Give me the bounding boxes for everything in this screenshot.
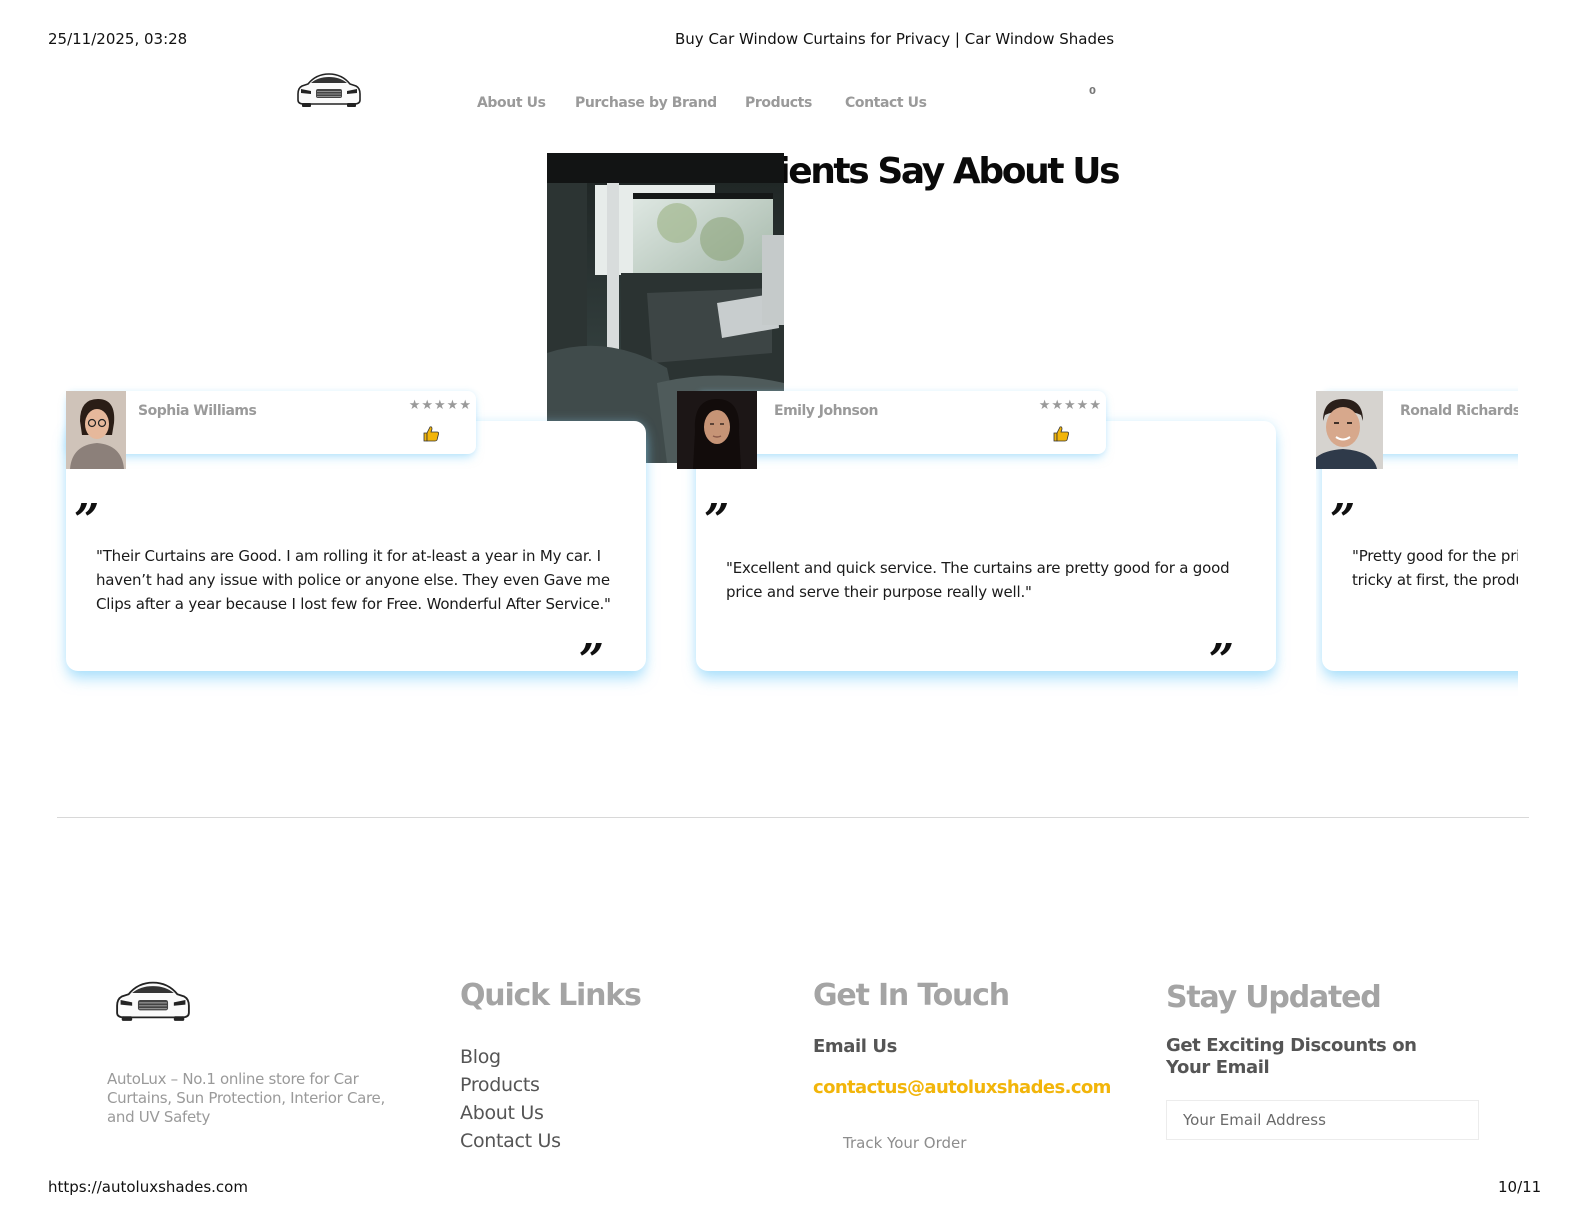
nav-contact-us[interactable]: Contact Us <box>845 95 927 111</box>
newsletter-email-input[interactable] <box>1166 1100 1479 1140</box>
testimonial-card: ” "Excellent and quick service. The curt… <box>677 391 1276 683</box>
nav-products[interactable]: Products <box>745 95 812 111</box>
print-page-title: Buy Car Window Curtains for Privacy | Ca… <box>675 30 1115 48</box>
quote-open-icon: ” <box>704 495 730 546</box>
avatar <box>677 391 757 469</box>
quote-open-icon: ” <box>74 495 100 546</box>
quote-open-icon: ” <box>1330 495 1356 546</box>
section-divider <box>57 817 1529 818</box>
get-in-touch-title: Get In Touch <box>813 978 1010 1013</box>
star-rating-icon: ★★★★★ <box>1038 397 1102 412</box>
nav-about-us[interactable]: About Us <box>477 95 546 111</box>
site-logo[interactable] <box>296 70 362 108</box>
client-name: Sophia Williams <box>138 403 257 419</box>
footer-link-products[interactable]: Products <box>460 1071 561 1099</box>
star-rating-icon: ★★★★★ <box>408 397 472 412</box>
testimonial-text: "Their Curtains are Good. I am rolling i… <box>96 547 611 613</box>
email-us-label: Email Us <box>813 1036 897 1057</box>
footer-logo[interactable] <box>114 978 192 1022</box>
thumbs-up-icon <box>423 426 439 442</box>
testimonial-card: ” "Pretty good for the price. Followed t… <box>1316 391 1518 681</box>
cart-count-badge[interactable]: 0 <box>1089 86 1096 97</box>
newsletter-subtitle: Get Exciting Discounts on Your Email <box>1166 1035 1417 1078</box>
nav-purchase-by-brand[interactable]: Purchase by Brand <box>575 95 717 111</box>
testimonial-header: Sophia Williams ★★★★★ <box>66 391 476 454</box>
footer-about-text: AutoLux – No.1 online store for Car Curt… <box>107 1070 385 1126</box>
client-name: Emily Johnson <box>774 403 878 419</box>
avatar <box>1316 391 1383 469</box>
print-url: https://autoluxshades.com <box>48 1178 248 1196</box>
client-name: Ronald Richards <box>1400 403 1518 419</box>
stay-updated-title: Stay Updated <box>1166 980 1382 1015</box>
testimonial-header: Emily Johnson ★★★★★ <box>696 391 1106 454</box>
testimonial-card: ” "Their Curtains are Good. I am rolling… <box>66 391 646 683</box>
quick-links-title: Quick Links <box>460 978 642 1013</box>
footer-link-contact-us[interactable]: Contact Us <box>460 1127 561 1155</box>
avatar <box>66 391 126 469</box>
quote-close-icon: ” <box>1208 635 1234 686</box>
quote-close-icon: ” <box>578 635 604 686</box>
testimonial-carousel-clip: ” "Pretty good for the price. Followed t… <box>1316 380 1518 700</box>
car-front-logo-icon <box>116 981 190 1021</box>
car-front-logo-icon <box>297 73 361 107</box>
quick-links-list: Blog Products About Us Contact Us <box>460 1043 561 1155</box>
thumbs-up-icon <box>1053 426 1069 442</box>
testimonial-text: "Pretty good for the price. Followed the… <box>1352 547 1518 589</box>
track-order-link[interactable]: Track Your Order <box>843 1134 966 1152</box>
print-datetime: 25/11/2025, 03:28 <box>48 30 188 48</box>
testimonial-body: ” "Excellent and quick service. The curt… <box>696 421 1276 683</box>
footer-link-blog[interactable]: Blog <box>460 1043 561 1071</box>
testimonial-body: ” "Their Curtains are Good. I am rolling… <box>66 421 646 683</box>
testimonial-text: "Excellent and quick service. The curtai… <box>726 559 1230 601</box>
footer-link-about-us[interactable]: About Us <box>460 1099 561 1127</box>
contact-email-link[interactable]: contactus@autoluxshades.com <box>813 1077 1111 1098</box>
print-page-number: 10/11 <box>1498 1178 1542 1196</box>
